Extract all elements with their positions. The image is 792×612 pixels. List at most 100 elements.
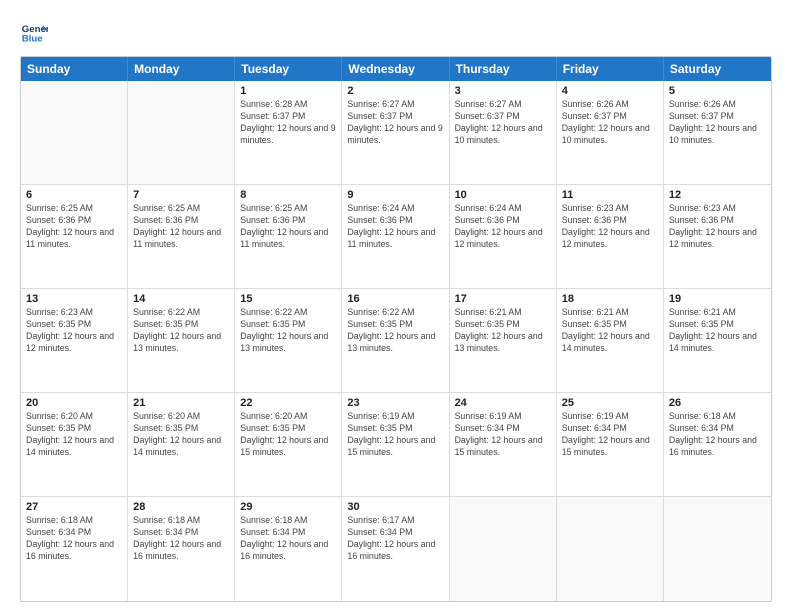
weekday-header-sunday: Sunday bbox=[21, 57, 128, 81]
day-number: 17 bbox=[455, 293, 551, 305]
calendar-cell-r2c1: 14 Sunrise: 6:22 AM Sunset: 6:35 PM Dayli… bbox=[128, 289, 235, 392]
calendar: SundayMondayTuesdayWednesdayThursdayFrid… bbox=[20, 56, 772, 602]
day-info: Sunrise: 6:25 AM Sunset: 6:36 PM Dayligh… bbox=[26, 203, 122, 251]
day-number: 8 bbox=[240, 189, 336, 201]
day-number: 29 bbox=[240, 501, 336, 513]
day-number: 3 bbox=[455, 85, 551, 97]
day-info: Sunrise: 6:28 AM Sunset: 6:37 PM Dayligh… bbox=[240, 99, 336, 147]
page: General Blue SundayMondayTuesdayWednesda… bbox=[0, 0, 792, 612]
day-number: 2 bbox=[347, 85, 443, 97]
day-number: 1 bbox=[240, 85, 336, 97]
calendar-cell-r3c4: 24 Sunrise: 6:19 AM Sunset: 6:34 PM Dayli… bbox=[450, 393, 557, 496]
day-number: 20 bbox=[26, 397, 122, 409]
day-info: Sunrise: 6:26 AM Sunset: 6:37 PM Dayligh… bbox=[669, 99, 766, 147]
day-info: Sunrise: 6:21 AM Sunset: 6:35 PM Dayligh… bbox=[562, 307, 658, 355]
calendar-cell-r4c5 bbox=[557, 497, 664, 601]
logo: General Blue bbox=[20, 18, 52, 46]
calendar-cell-r0c5: 4Sunrise: 6:26 AM Sunset: 6:37 PM Daylig… bbox=[557, 81, 664, 184]
day-number: 13 bbox=[26, 293, 122, 305]
calendar-cell-r0c2: 1 Sunrise: 6:28 AM Sunset: 6:37 PM Daylig… bbox=[235, 81, 342, 184]
day-info: Sunrise: 6:18 AM Sunset: 6:34 PM Dayligh… bbox=[133, 515, 229, 563]
day-info: Sunrise: 6:25 AM Sunset: 6:36 PM Dayligh… bbox=[133, 203, 229, 251]
calendar-cell-r0c0 bbox=[21, 81, 128, 184]
day-info: Sunrise: 6:24 AM Sunset: 6:36 PM Dayligh… bbox=[455, 203, 551, 251]
calendar-cell-r2c4: 17 Sunrise: 6:21 AM Sunset: 6:35 PM Dayli… bbox=[450, 289, 557, 392]
day-info: Sunrise: 6:23 AM Sunset: 6:36 PM Dayligh… bbox=[562, 203, 658, 251]
day-number: 19 bbox=[669, 293, 766, 305]
day-info: Sunrise: 6:23 AM Sunset: 6:35 PM Dayligh… bbox=[26, 307, 122, 355]
calendar-cell-r1c4: 10 Sunrise: 6:24 AM Sunset: 6:36 PM Dayli… bbox=[450, 185, 557, 288]
calendar-cell-r4c3: 30 Sunrise: 6:17 AM Sunset: 6:34 PM Dayli… bbox=[342, 497, 449, 601]
calendar-cell-r3c0: 20 Sunrise: 6:20 AM Sunset: 6:35 PM Dayli… bbox=[21, 393, 128, 496]
day-info: Sunrise: 6:22 AM Sunset: 6:35 PM Dayligh… bbox=[240, 307, 336, 355]
day-info: Sunrise: 6:20 AM Sunset: 6:35 PM Dayligh… bbox=[240, 411, 336, 459]
header: General Blue bbox=[20, 18, 772, 46]
calendar-cell-r3c1: 21Sunrise: 6:20 AM Sunset: 6:35 PM Dayli… bbox=[128, 393, 235, 496]
weekday-header-tuesday: Tuesday bbox=[235, 57, 342, 81]
day-number: 28 bbox=[133, 501, 229, 513]
day-info: Sunrise: 6:21 AM Sunset: 6:35 PM Dayligh… bbox=[455, 307, 551, 355]
day-number: 22 bbox=[240, 397, 336, 409]
day-info: Sunrise: 6:18 AM Sunset: 6:34 PM Dayligh… bbox=[240, 515, 336, 563]
calendar-header: SundayMondayTuesdayWednesdayThursdayFrid… bbox=[21, 57, 771, 81]
day-number: 30 bbox=[347, 501, 443, 513]
day-info: Sunrise: 6:27 AM Sunset: 6:37 PM Dayligh… bbox=[347, 99, 443, 147]
day-number: 18 bbox=[562, 293, 658, 305]
day-number: 10 bbox=[455, 189, 551, 201]
day-info: Sunrise: 6:20 AM Sunset: 6:35 PM Dayligh… bbox=[133, 411, 229, 459]
calendar-cell-r3c5: 25 Sunrise: 6:19 AM Sunset: 6:34 PM Dayli… bbox=[557, 393, 664, 496]
logo-icon: General Blue bbox=[20, 18, 48, 46]
calendar-cell-r0c3: 2 Sunrise: 6:27 AM Sunset: 6:37 PM Daylig… bbox=[342, 81, 449, 184]
calendar-cell-r3c3: 23 Sunrise: 6:19 AM Sunset: 6:35 PM Dayli… bbox=[342, 393, 449, 496]
weekday-header-saturday: Saturday bbox=[664, 57, 771, 81]
day-info: Sunrise: 6:19 AM Sunset: 6:34 PM Dayligh… bbox=[562, 411, 658, 459]
calendar-row-2: 13 Sunrise: 6:23 AM Sunset: 6:35 PM Dayli… bbox=[21, 289, 771, 393]
day-number: 4 bbox=[562, 85, 658, 97]
calendar-row-3: 20 Sunrise: 6:20 AM Sunset: 6:35 PM Dayli… bbox=[21, 393, 771, 497]
calendar-cell-r4c1: 28 Sunrise: 6:18 AM Sunset: 6:34 PM Dayli… bbox=[128, 497, 235, 601]
calendar-cell-r1c2: 8 Sunrise: 6:25 AM Sunset: 6:36 PM Daylig… bbox=[235, 185, 342, 288]
weekday-header-monday: Monday bbox=[128, 57, 235, 81]
day-number: 14 bbox=[133, 293, 229, 305]
calendar-row-1: 6Sunrise: 6:25 AM Sunset: 6:36 PM Daylig… bbox=[21, 185, 771, 289]
day-info: Sunrise: 6:22 AM Sunset: 6:35 PM Dayligh… bbox=[133, 307, 229, 355]
day-number: 9 bbox=[347, 189, 443, 201]
day-number: 11 bbox=[562, 189, 658, 201]
day-info: Sunrise: 6:18 AM Sunset: 6:34 PM Dayligh… bbox=[669, 411, 766, 459]
calendar-cell-r2c0: 13 Sunrise: 6:23 AM Sunset: 6:35 PM Dayli… bbox=[21, 289, 128, 392]
day-info: Sunrise: 6:19 AM Sunset: 6:35 PM Dayligh… bbox=[347, 411, 443, 459]
day-number: 12 bbox=[669, 189, 766, 201]
calendar-body: 1 Sunrise: 6:28 AM Sunset: 6:37 PM Daylig… bbox=[21, 81, 771, 601]
day-info: Sunrise: 6:24 AM Sunset: 6:36 PM Dayligh… bbox=[347, 203, 443, 251]
calendar-cell-r2c6: 19 Sunrise: 6:21 AM Sunset: 6:35 PM Dayli… bbox=[664, 289, 771, 392]
day-number: 16 bbox=[347, 293, 443, 305]
calendar-cell-r0c4: 3Sunrise: 6:27 AM Sunset: 6:37 PM Daylig… bbox=[450, 81, 557, 184]
svg-text:Blue: Blue bbox=[22, 34, 43, 45]
calendar-cell-r4c2: 29 Sunrise: 6:18 AM Sunset: 6:34 PM Dayli… bbox=[235, 497, 342, 601]
day-number: 23 bbox=[347, 397, 443, 409]
calendar-row-0: 1 Sunrise: 6:28 AM Sunset: 6:37 PM Daylig… bbox=[21, 81, 771, 185]
calendar-cell-r4c6 bbox=[664, 497, 771, 601]
day-info: Sunrise: 6:21 AM Sunset: 6:35 PM Dayligh… bbox=[669, 307, 766, 355]
day-info: Sunrise: 6:22 AM Sunset: 6:35 PM Dayligh… bbox=[347, 307, 443, 355]
calendar-cell-r2c2: 15 Sunrise: 6:22 AM Sunset: 6:35 PM Dayli… bbox=[235, 289, 342, 392]
calendar-cell-r1c0: 6Sunrise: 6:25 AM Sunset: 6:36 PM Daylig… bbox=[21, 185, 128, 288]
day-number: 7 bbox=[133, 189, 229, 201]
day-number: 25 bbox=[562, 397, 658, 409]
day-info: Sunrise: 6:20 AM Sunset: 6:35 PM Dayligh… bbox=[26, 411, 122, 459]
weekday-header-friday: Friday bbox=[557, 57, 664, 81]
calendar-row-4: 27Sunrise: 6:18 AM Sunset: 6:34 PM Dayli… bbox=[21, 497, 771, 601]
calendar-cell-r1c6: 12Sunrise: 6:23 AM Sunset: 6:36 PM Dayli… bbox=[664, 185, 771, 288]
day-number: 15 bbox=[240, 293, 336, 305]
day-number: 24 bbox=[455, 397, 551, 409]
calendar-cell-r0c6: 5 Sunrise: 6:26 AM Sunset: 6:37 PM Daylig… bbox=[664, 81, 771, 184]
calendar-cell-r0c1 bbox=[128, 81, 235, 184]
calendar-cell-r1c3: 9 Sunrise: 6:24 AM Sunset: 6:36 PM Daylig… bbox=[342, 185, 449, 288]
calendar-cell-r2c3: 16 Sunrise: 6:22 AM Sunset: 6:35 PM Dayli… bbox=[342, 289, 449, 392]
day-info: Sunrise: 6:19 AM Sunset: 6:34 PM Dayligh… bbox=[455, 411, 551, 459]
day-info: Sunrise: 6:17 AM Sunset: 6:34 PM Dayligh… bbox=[347, 515, 443, 563]
day-number: 26 bbox=[669, 397, 766, 409]
day-number: 5 bbox=[669, 85, 766, 97]
day-info: Sunrise: 6:25 AM Sunset: 6:36 PM Dayligh… bbox=[240, 203, 336, 251]
day-info: Sunrise: 6:18 AM Sunset: 6:34 PM Dayligh… bbox=[26, 515, 122, 563]
